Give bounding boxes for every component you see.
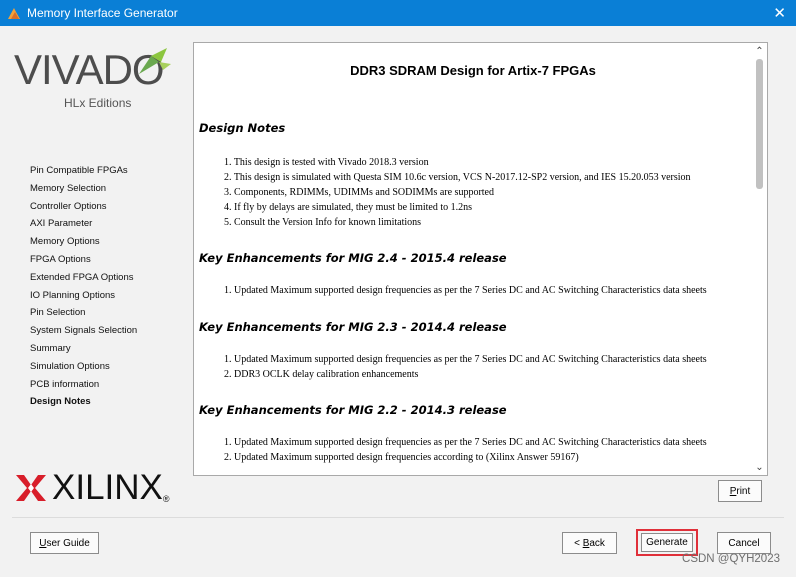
design-notes-heading: Design Notes [199,121,286,135]
cancel-button[interactable]: Cancel [717,532,771,554]
nav-item-controller-options[interactable]: Controller Options [30,198,137,216]
left-panel: VIVADO HLx Editions Pin Compatible FPGAs… [0,26,184,516]
section-heading-mig-2-3: Key Enhancements for MIG 2.3 - 2014.4 re… [199,320,507,334]
window-title: Memory Interface Generator [27,6,178,20]
close-icon[interactable]: ✕ [773,4,786,22]
watermark: CSDN @QYH2023 [682,553,780,565]
user-guide-label: ser Guide [46,537,90,549]
list-item: 4. If fly by delays are simulated, they … [224,202,473,213]
vivado-logo: VIVADO HLx Editions [14,46,174,116]
nav-item-memory-options[interactable]: Memory Options [30,233,137,251]
nav-item-system-signals-selection[interactable]: System Signals Selection [30,322,137,340]
vivado-leaf-icon [139,48,171,74]
section-heading-mig-2-4: Key Enhancements for MIG 2.4 - 2015.4 re… [199,251,507,265]
mig-app-icon [8,8,20,19]
print-accel: P [729,485,737,497]
list-item: 5. Consult the Version Info for known li… [224,217,422,228]
list-item: 3. Components, RDIMMs, UDIMMs and SODIMM… [224,187,494,198]
list-item: 2. Updated Maximum supported design freq… [224,452,579,463]
nav-item-pin-selection[interactable]: Pin Selection [30,304,137,322]
user-guide-button[interactable]: User Guide [30,532,99,554]
title-bar: Memory Interface Generator ✕ [0,0,796,26]
list-item: 2. DDR3 OCLK delay calibration enhanceme… [224,369,419,380]
nav-item-io-planning-options[interactable]: IO Planning Options [30,287,137,305]
section-list-mig-2-2: 1. Updated Maximum supported design freq… [224,435,707,465]
print-label: rint [736,485,751,497]
nav-item-summary[interactable]: Summary [30,340,137,358]
nav-item-simulation-options[interactable]: Simulation Options [30,358,137,376]
back-button[interactable]: < Back [562,532,617,554]
section-list-mig-2-3: 1. Updated Maximum supported design freq… [224,352,707,382]
nav-item-extended-fpga-options[interactable]: Extended FPGA Options [30,269,137,287]
generate-highlight: Generate [636,529,698,556]
list-item: 1. Updated Maximum supported design freq… [224,437,707,448]
nav-item-design-notes[interactable]: Design Notes [30,393,137,411]
list-item: 2. This design is simulated with Questa … [224,172,691,183]
scroll-down-icon[interactable]: ⌄ [752,461,767,475]
edition-label: HLx Editions [64,96,132,110]
xilinx-logo: XILINX ® [16,468,170,508]
registered-mark: ® [162,494,170,504]
wizard-nav: Pin Compatible FPGAs Memory Selection Co… [30,162,137,411]
list-item: 1. Updated Maximum supported design freq… [224,285,707,296]
design-notes-list: 1. This design is tested with Vivado 201… [224,155,691,230]
nav-item-pin-compatible-fpgas[interactable]: Pin Compatible FPGAs [30,162,137,180]
design-notes-document: DDR3 SDRAM Design for Artix-7 FPGAs Desi… [194,43,752,475]
list-item: 1. Updated Maximum supported design freq… [224,354,707,365]
xilinx-wordmark: XILINX [52,468,163,507]
user-guide-accel: U [39,537,47,549]
nav-item-fpga-options[interactable]: FPGA Options [30,251,137,269]
back-arrow: < [574,537,583,549]
nav-item-axi-parameter[interactable]: AXI Parameter [30,215,137,233]
document-title: DDR3 SDRAM Design for Artix-7 FPGAs [350,63,596,78]
xilinx-x-icon [16,475,46,501]
nav-item-pcb-information[interactable]: PCB information [30,376,137,394]
footer-divider [12,517,784,518]
print-button[interactable]: Print [718,480,762,502]
wizard-window: VIVADO HLx Editions Pin Compatible FPGAs… [0,26,796,577]
back-accel: B [582,537,590,549]
back-label: ack [589,537,605,549]
scroll-up-icon[interactable]: ⌃ [752,45,767,59]
vertical-scrollbar[interactable]: ⌃ ⌄ [752,43,767,475]
section-list-mig-2-4: 1. Updated Maximum supported design freq… [224,283,707,298]
design-notes-panel[interactable]: DDR3 SDRAM Design for Artix-7 FPGAs Desi… [193,42,768,476]
nav-item-memory-selection[interactable]: Memory Selection [30,180,137,198]
section-heading-mig-2-2: Key Enhancements for MIG 2.2 - 2014.3 re… [199,403,507,417]
scrollbar-thumb[interactable] [756,59,763,189]
list-item: 1. This design is tested with Vivado 201… [224,157,429,168]
generate-button[interactable]: Generate [641,533,693,552]
